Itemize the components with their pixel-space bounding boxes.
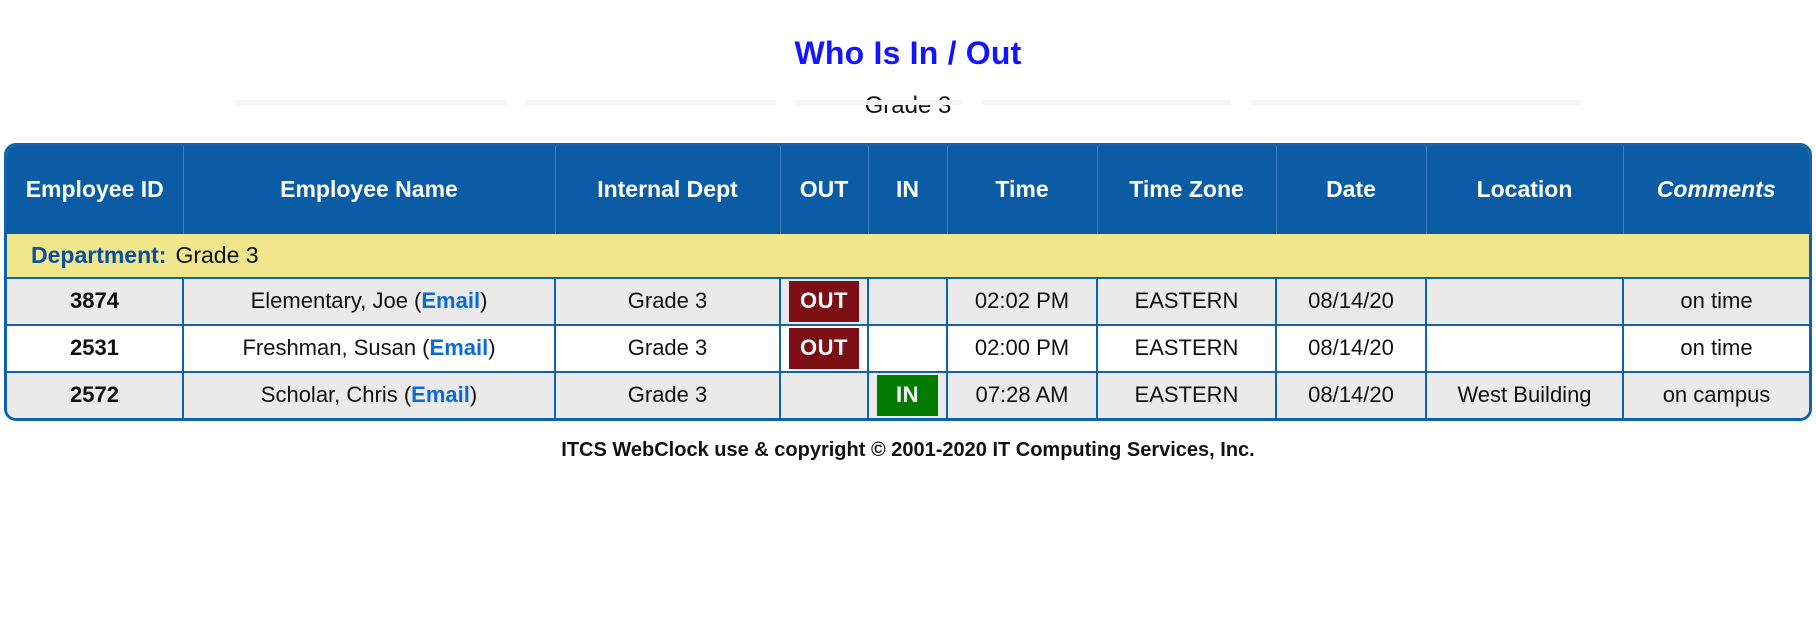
column-header-in[interactable]: IN xyxy=(868,145,948,234)
cell-internal-dept: Grade 3 xyxy=(555,277,781,326)
who-is-in-out-table-container: Employee ID Employee Name Internal Dept … xyxy=(4,142,1812,421)
who-is-in-out-page: Who Is In / Out Grade 3 Employee ID Empl… xyxy=(0,0,1816,622)
employee-name-text: Freshman, Susan ( xyxy=(242,334,430,360)
column-header-time-zone[interactable]: Time Zone xyxy=(1097,145,1277,234)
cell-comments: on time xyxy=(1623,324,1809,373)
cell-employee-id: 3874 xyxy=(7,277,184,326)
employee-name-tail: ) xyxy=(480,287,488,313)
cell-location xyxy=(1426,277,1624,326)
table-row[interactable]: 2531 Freshman, Susan (Email) Grade 3 OUT… xyxy=(7,324,1809,373)
table-row[interactable]: 2572 Scholar, Chris (Email) Grade 3 IN 0… xyxy=(7,371,1809,418)
email-link[interactable]: Email xyxy=(430,335,489,360)
cell-date: 08/14/20 xyxy=(1276,277,1427,326)
department-group-cell: Department: Grade 3 xyxy=(7,233,1809,279)
column-header-employee-id[interactable]: Employee ID xyxy=(7,145,184,234)
cell-location xyxy=(1426,324,1624,373)
employee-name-text: Scholar, Chris ( xyxy=(260,381,412,407)
title-block: Who Is In / Out xyxy=(0,0,1816,71)
table-header-row: Employee ID Employee Name Internal Dept … xyxy=(7,145,1809,234)
cell-comments: on campus xyxy=(1623,371,1809,418)
cell-employee-name: Scholar, Chris (Email) xyxy=(183,371,556,418)
in-badge xyxy=(877,328,938,369)
out-badge: OUT xyxy=(789,280,859,322)
cell-time-zone: EASTERN xyxy=(1097,277,1277,326)
cell-internal-dept: Grade 3 xyxy=(555,371,781,418)
page-title: Who Is In / Out xyxy=(794,35,1022,71)
column-header-time[interactable]: Time xyxy=(947,145,1098,234)
column-header-out[interactable]: OUT xyxy=(780,145,869,234)
page-subtitle: Grade 3 xyxy=(864,92,952,120)
cell-employee-name: Elementary, Joe (Email) xyxy=(183,277,556,326)
subtitle-block: Grade 3 xyxy=(0,71,1816,119)
cell-out-status: OUT xyxy=(780,277,869,326)
footer-copyright: ITCS WebClock use & copyright © 2001-202… xyxy=(561,438,1255,461)
employee-name-text: Elementary, Joe ( xyxy=(250,287,422,313)
employee-name-tail: ) xyxy=(488,334,496,360)
column-header-comments[interactable]: Comments xyxy=(1623,145,1809,234)
table-body: Department: Grade 3 3874 Elementary, Joe … xyxy=(7,233,1809,418)
cell-time-zone: EASTERN xyxy=(1097,371,1277,418)
who-is-in-out-table: Employee ID Employee Name Internal Dept … xyxy=(7,145,1809,418)
out-badge: OUT xyxy=(789,327,859,369)
column-header-employee-name[interactable]: Employee Name xyxy=(183,145,556,234)
out-badge xyxy=(789,375,859,416)
cell-time-zone: EASTERN xyxy=(1097,324,1277,373)
cell-out-status xyxy=(780,371,869,418)
employee-name-tail: ) xyxy=(469,381,478,407)
cell-in-status xyxy=(868,324,948,373)
department-group-row: Department: Grade 3 xyxy=(7,233,1809,279)
department-label: Department: xyxy=(31,241,167,268)
column-header-internal-dept[interactable]: Internal Dept xyxy=(555,145,781,234)
cell-date: 08/14/20 xyxy=(1276,324,1427,373)
table-row[interactable]: 3874 Elementary, Joe (Email) Grade 3 OUT… xyxy=(7,277,1809,326)
cell-in-status xyxy=(868,277,948,326)
cell-time: 07:28 AM xyxy=(947,371,1098,418)
cell-employee-name: Freshman, Susan (Email) xyxy=(183,324,556,373)
cell-location: West Building xyxy=(1426,371,1624,418)
column-header-location[interactable]: Location xyxy=(1426,145,1624,234)
in-badge xyxy=(877,281,938,322)
column-header-date[interactable]: Date xyxy=(1276,145,1427,234)
department-value: Grade 3 xyxy=(175,241,259,268)
cell-comments: on time xyxy=(1623,277,1809,326)
email-link[interactable]: Email xyxy=(411,382,470,407)
cell-date: 08/14/20 xyxy=(1276,371,1427,418)
email-link[interactable]: Email xyxy=(421,288,480,313)
cell-time: 02:02 PM xyxy=(947,277,1098,326)
cell-internal-dept: Grade 3 xyxy=(555,324,781,373)
table-header: Employee ID Employee Name Internal Dept … xyxy=(7,145,1809,234)
cell-employee-id: 2531 xyxy=(7,324,184,373)
cell-in-status: IN xyxy=(868,371,948,418)
cell-employee-id: 2572 xyxy=(7,371,184,418)
in-badge: IN xyxy=(877,374,938,416)
cell-out-status: OUT xyxy=(780,324,869,373)
cell-time: 02:00 PM xyxy=(947,324,1098,373)
